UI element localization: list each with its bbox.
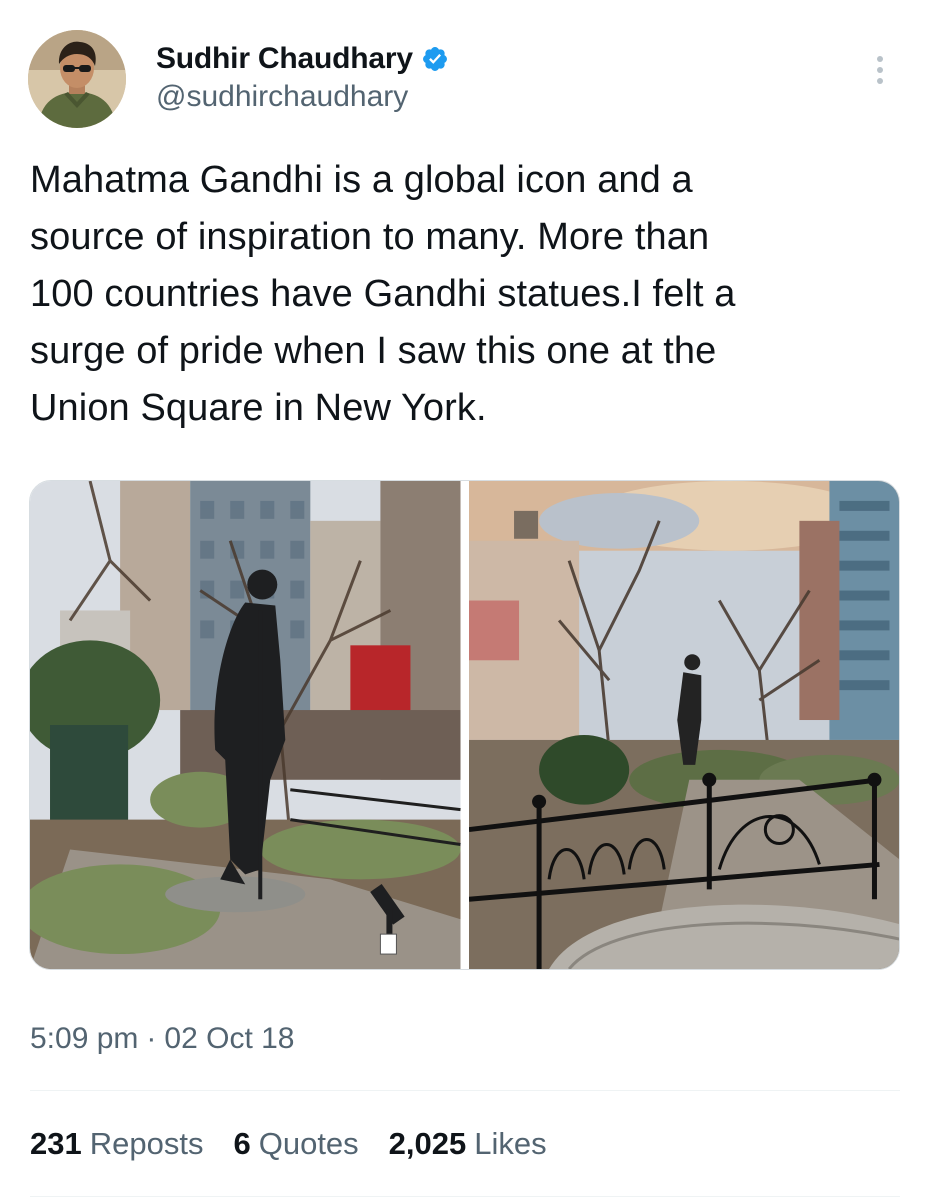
media-grid — [29, 480, 900, 970]
divider-bottom — [30, 1196, 900, 1197]
likes-label: Likes — [474, 1126, 547, 1161]
quotes-count: 6 — [233, 1126, 251, 1161]
tweet-card: Sudhir Chaudhary @sudhirchaudhary Mahatm… — [0, 0, 928, 1200]
avatar[interactable] — [28, 30, 126, 128]
photo-2[interactable] — [468, 481, 899, 969]
engagement-stats: 231 Reposts 6 Quotes 2,025 Likes — [30, 1126, 547, 1162]
tweet-time: 5:09 pm — [30, 1022, 139, 1055]
quotes-stat[interactable]: 6 Quotes — [233, 1126, 358, 1162]
quotes-label: Quotes — [258, 1126, 359, 1161]
union-square-park-photo — [468, 481, 899, 969]
gandhi-statue-photo — [30, 481, 461, 969]
reposts-label: Reposts — [89, 1126, 204, 1161]
more-options-button[interactable] — [862, 50, 898, 90]
reposts-count: 231 — [30, 1126, 82, 1161]
display-name[interactable]: Sudhir Chaudhary — [156, 42, 413, 76]
avatar-photo — [28, 30, 126, 128]
likes-stat[interactable]: 2,025 Likes — [389, 1126, 547, 1162]
author-handle[interactable]: @sudhirchaudhary — [156, 80, 408, 114]
timestamp-separator: · — [146, 1022, 157, 1055]
tweet-date: 02 Oct 18 — [164, 1022, 295, 1055]
photo-1[interactable] — [30, 481, 461, 969]
tweet-text: Mahatma Gandhi is a global icon and a so… — [30, 159, 736, 429]
more-vertical-icon — [877, 56, 883, 84]
reposts-stat[interactable]: 231 Reposts — [30, 1126, 203, 1162]
likes-count: 2,025 — [388, 1126, 467, 1161]
verified-badge-icon — [421, 45, 449, 73]
divider-top — [30, 1090, 900, 1091]
timestamp-row[interactable]: 5:09 pm · 02 Oct 18 — [30, 1022, 294, 1056]
author-name-row: Sudhir Chaudhary — [156, 38, 449, 80]
